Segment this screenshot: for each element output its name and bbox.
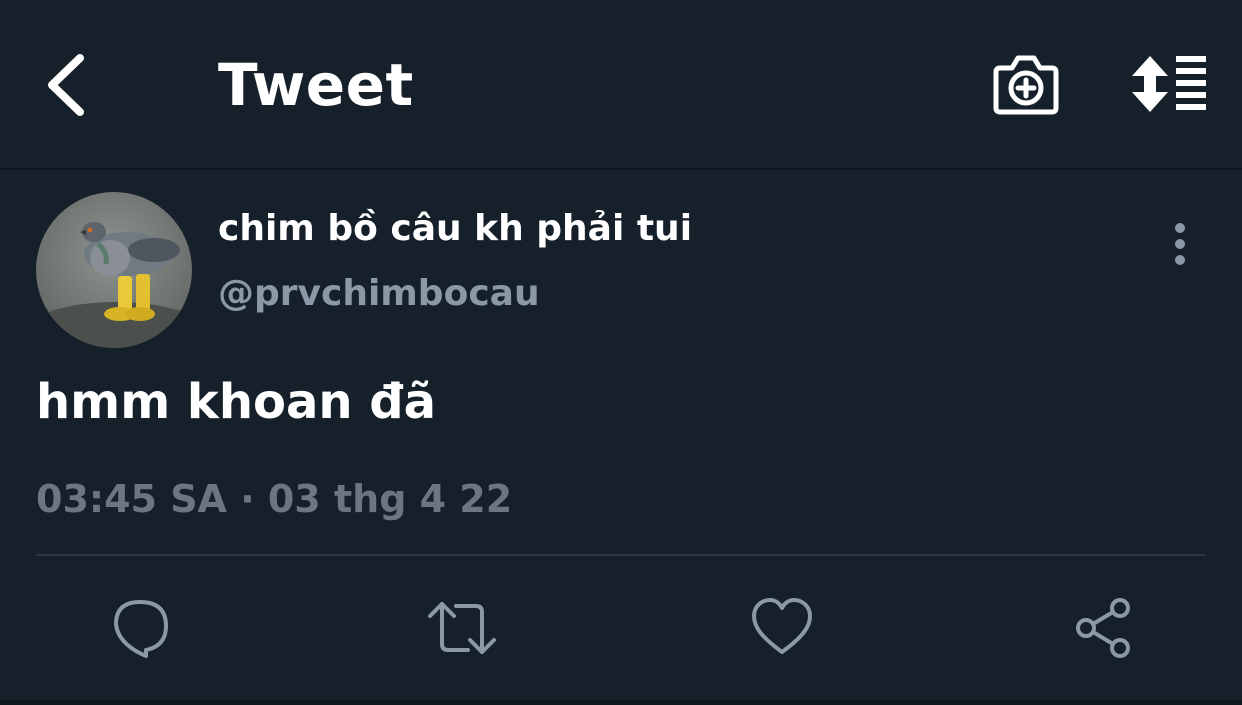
camera-plus-icon bbox=[993, 55, 1059, 115]
pigeon-avatar bbox=[36, 192, 192, 348]
reply-icon bbox=[114, 600, 168, 658]
author-handle[interactable]: @prvchimbocau bbox=[218, 270, 540, 318]
tweet-text: hmm khoan đã bbox=[36, 374, 437, 430]
like-button[interactable] bbox=[750, 596, 814, 660]
back-button[interactable] bbox=[38, 50, 98, 120]
sort-button[interactable] bbox=[1130, 54, 1210, 114]
avatar[interactable] bbox=[36, 192, 192, 348]
divider bbox=[36, 554, 1206, 556]
page-title: Tweet bbox=[218, 51, 414, 119]
retweet-icon bbox=[428, 602, 496, 654]
share-icon bbox=[1076, 598, 1130, 658]
sort-list-icon bbox=[1132, 56, 1206, 112]
retweet-button[interactable] bbox=[428, 596, 496, 660]
top-bar: Tweet bbox=[0, 0, 1242, 170]
more-options-button[interactable] bbox=[1160, 220, 1200, 268]
author-display-name[interactable]: chim bồ câu kh phải tui bbox=[218, 205, 692, 253]
share-button[interactable] bbox=[1072, 596, 1136, 660]
tweet-timestamp: 03:45 SA · 03 thg 4 22 bbox=[36, 477, 513, 521]
bottom-edge bbox=[0, 700, 1242, 705]
more-vertical-icon bbox=[1175, 223, 1185, 265]
heart-icon bbox=[752, 598, 812, 654]
reply-button[interactable] bbox=[110, 596, 174, 660]
chevron-left-icon bbox=[48, 54, 84, 116]
camera-button[interactable] bbox=[992, 52, 1060, 116]
